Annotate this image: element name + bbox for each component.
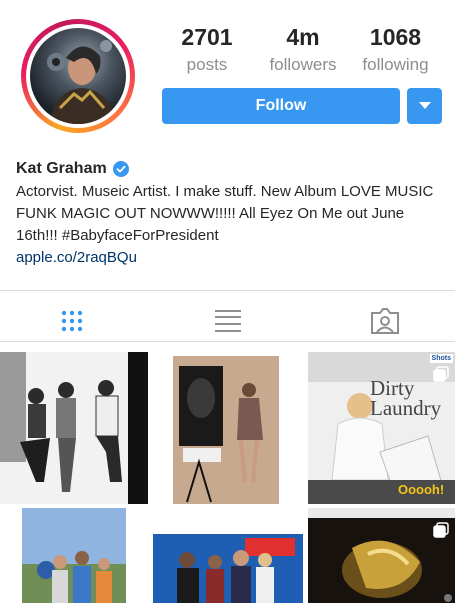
- stat-followers[interactable]: 4m followers: [258, 22, 348, 78]
- verified-badge-icon: [112, 161, 129, 177]
- multi-post-icon: [433, 522, 449, 538]
- tagged-person-icon: [371, 308, 399, 334]
- avatar-border: [26, 24, 130, 128]
- posts-label: posts: [186, 55, 228, 74]
- multi-post-icon: [433, 366, 449, 382]
- profile-link[interactable]: apple.co/2raqBQu: [16, 249, 137, 266]
- tab-list[interactable]: [213, 304, 243, 338]
- multi-post-icon: [281, 514, 297, 530]
- caret-down-icon: [418, 102, 431, 109]
- followers-label: followers: [269, 55, 337, 74]
- avatar[interactable]: [30, 28, 126, 124]
- post-3-caption: Ooooh!: [398, 482, 445, 497]
- post-tile-1[interactable]: [0, 352, 148, 504]
- follow-button[interactable]: Follow: [162, 88, 400, 124]
- post-tile-3[interactable]: Dirty Laundry Ooooh! Shots: [308, 352, 455, 504]
- post-tile-4[interactable]: [0, 508, 148, 603]
- following-label: following: [362, 55, 429, 74]
- profile-avatar-ring[interactable]: [21, 19, 135, 133]
- suggested-dropdown-button[interactable]: [407, 88, 442, 124]
- stat-following[interactable]: 1068 following: [348, 22, 443, 78]
- list-icon: [215, 310, 241, 332]
- posts-count: 2701: [181, 24, 233, 50]
- profile-bio: Actorvist. Museic Artist. I make stuff. …: [16, 183, 434, 244]
- multi-post-icon: [126, 514, 142, 530]
- tabs-top-divider: [0, 290, 455, 291]
- following-count: 1068: [369, 24, 422, 50]
- stat-posts[interactable]: 2701 posts: [162, 22, 252, 78]
- post-photo-2: [173, 356, 279, 504]
- avatar-portrait: [47, 40, 116, 124]
- post-3-badge: Shots: [429, 354, 453, 363]
- post-tile-6[interactable]: [308, 508, 455, 603]
- grid-icon: [61, 310, 83, 332]
- profile-name: Kat Graham: [16, 160, 107, 177]
- profile-stats: 2701 posts 4m followers 1068 following: [162, 22, 452, 82]
- profile-name-row: Kat Graham: [16, 160, 129, 178]
- tabs-bottom-divider: [0, 341, 455, 342]
- post-photo-1: [0, 352, 148, 504]
- post-tile-5[interactable]: [153, 508, 303, 603]
- post-tile-2[interactable]: [153, 352, 303, 504]
- followers-count: 4m: [286, 24, 320, 50]
- tab-tagged[interactable]: [370, 304, 400, 338]
- post-3-title: Dirty Laundry: [370, 376, 442, 420]
- tab-grid[interactable]: [57, 304, 87, 338]
